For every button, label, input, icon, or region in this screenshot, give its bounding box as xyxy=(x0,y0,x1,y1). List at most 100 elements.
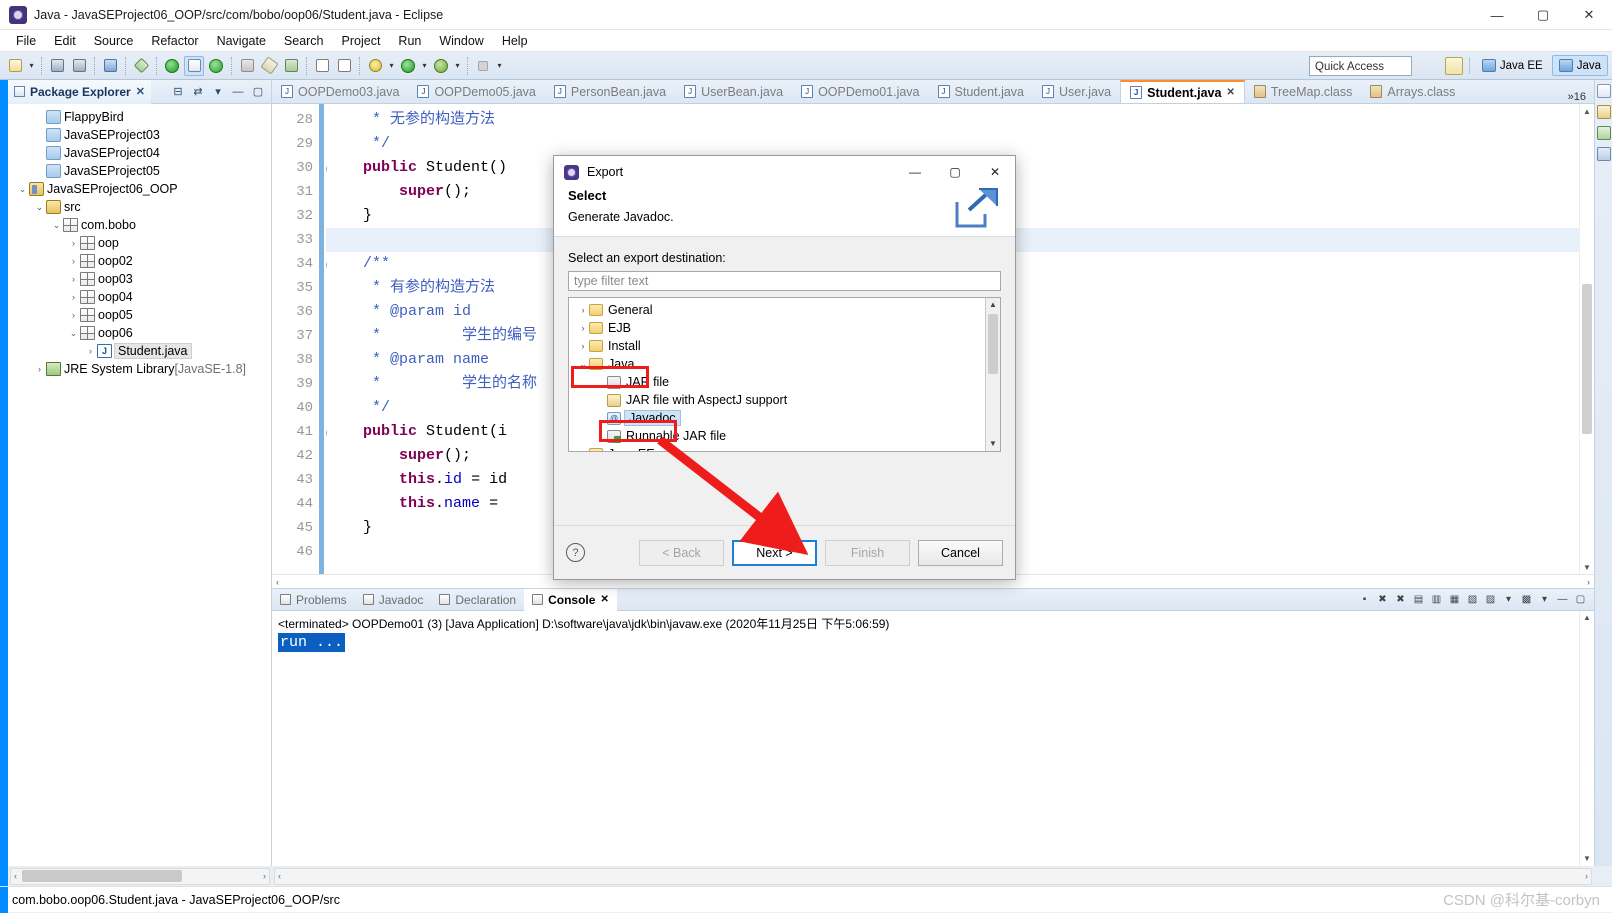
cancel-button[interactable]: Cancel xyxy=(918,540,1003,566)
menu-item-project[interactable]: Project xyxy=(333,32,390,50)
explorer-scrollbar-thumb[interactable] xyxy=(22,870,182,882)
scroll-up-icon[interactable]: ▲ xyxy=(1580,104,1594,118)
menu-item-help[interactable]: Help xyxy=(493,32,537,50)
maximize-button[interactable]: ▢ xyxy=(1520,0,1566,30)
stop-icon[interactable] xyxy=(473,56,493,76)
export-destination-tree[interactable]: ›General›EJB›Install⌄JavaJAR fileJAR fil… xyxy=(569,298,985,451)
export-tree-item-jar-file-with-aspectj-support[interactable]: JAR file with AspectJ support xyxy=(569,391,985,409)
stop-dropdown-icon[interactable]: ▾ xyxy=(494,56,505,76)
search-icon[interactable] xyxy=(237,56,257,76)
tree-twisty-icon[interactable]: › xyxy=(33,364,46,374)
export-tree-twisty-icon[interactable]: › xyxy=(577,341,589,351)
editor-tab-arrays-class[interactable]: Arrays.class xyxy=(1361,80,1464,103)
coverage-dropdown-icon[interactable]: ▾ xyxy=(452,56,463,76)
export-tree-item-ejb[interactable]: ›EJB xyxy=(569,319,985,337)
external-tools-icon[interactable] xyxy=(281,56,301,76)
editor-tab-bar[interactable]: JOOPDemo03.javaJOOPDemo05.javaJPersonBea… xyxy=(272,80,1594,104)
tree-item-oop06[interactable]: ⌄oop06 xyxy=(8,324,271,342)
debug-icon[interactable] xyxy=(365,56,385,76)
scroll-lock-icon[interactable]: ▥ xyxy=(1430,593,1443,606)
package-explorer-tab[interactable]: Package Explorer ✕ xyxy=(8,80,151,104)
console-scroll-right-icon[interactable]: › xyxy=(1585,871,1588,881)
editor-tab-oopdemo03-java[interactable]: JOOPDemo03.java xyxy=(272,80,408,103)
export-tree-item-general[interactable]: ›General xyxy=(569,301,985,319)
tree-twisty-icon[interactable]: ⌄ xyxy=(50,220,63,231)
dialog-minimize-button[interactable]: — xyxy=(895,156,935,188)
maximize-console-icon[interactable]: ▢ xyxy=(1574,593,1587,606)
menu-item-search[interactable]: Search xyxy=(275,32,333,50)
new-dropdown-icon[interactable]: ▾ xyxy=(26,56,37,76)
console-tab-javadoc[interactable]: Javadoc xyxy=(355,589,432,611)
editor-tab-oopdemo05-java[interactable]: JOOPDemo05.java xyxy=(408,80,544,103)
filter-input[interactable]: type filter text xyxy=(568,271,1001,291)
new-icon[interactable] xyxy=(5,56,25,76)
minimize-view-icon[interactable]: — xyxy=(231,85,245,99)
export-tree-twisty-icon[interactable]: › xyxy=(577,323,589,333)
previous-annotation-icon[interactable] xyxy=(334,56,354,76)
maximize-view-icon[interactable]: ▢ xyxy=(251,85,265,99)
tree-item-oop[interactable]: ›oop xyxy=(8,234,271,252)
menu-item-edit[interactable]: Edit xyxy=(45,32,85,50)
link-with-editor-icon[interactable]: ⇄ xyxy=(191,85,205,99)
scroll-left-icon[interactable]: ‹ xyxy=(276,577,279,587)
code-line[interactable]: */ xyxy=(326,132,1594,156)
tree-twisty-icon[interactable]: ⌄ xyxy=(16,184,29,195)
export-tree-twisty-icon[interactable]: ⌄ xyxy=(577,359,589,370)
tree-item-oop03[interactable]: ›oop03 xyxy=(8,270,271,288)
menu-item-run[interactable]: Run xyxy=(389,32,430,50)
export-tree-item-install[interactable]: ›Install xyxy=(569,337,985,355)
close-button[interactable]: ✕ xyxy=(1566,0,1612,30)
tree-twisty-icon[interactable]: › xyxy=(84,346,97,356)
dialog-tree-scrollbar[interactable]: ▲ ▼ xyxy=(985,298,1000,451)
remove-all-launches-icon[interactable]: ✖ xyxy=(1394,593,1407,606)
display-selected-console-icon[interactable]: ▨ xyxy=(1484,593,1497,606)
collapse-all-icon[interactable]: ⊟ xyxy=(171,85,185,99)
scrollbar-thumb[interactable] xyxy=(1582,284,1592,434)
next-button[interactable]: Next > xyxy=(732,540,817,566)
explorer-scroll-left-icon[interactable]: ‹ xyxy=(14,871,17,881)
export-tree-item-javadoc[interactable]: @Javadoc xyxy=(569,409,985,427)
tree-item-student-java[interactable]: ›JStudent.java xyxy=(8,342,271,360)
editor-tab-user-java[interactable]: JUser.java xyxy=(1033,80,1120,103)
editor-tab-treemap-class[interactable]: TreeMap.class xyxy=(1245,80,1362,103)
export-tree-item-java[interactable]: ⌄Java xyxy=(569,355,985,373)
console-tab-close-icon[interactable]: ✕ xyxy=(600,594,608,605)
tree-twisty-icon[interactable]: › xyxy=(67,238,80,248)
export-tree-item-java-ee[interactable]: ›Java EE xyxy=(569,445,985,451)
new-java-class-icon[interactable] xyxy=(184,56,204,76)
tree-twisty-icon[interactable]: › xyxy=(67,310,80,320)
export-tree-twisty-icon[interactable]: › xyxy=(577,305,589,315)
menu-item-window[interactable]: Window xyxy=(430,32,492,50)
clean-icon[interactable] xyxy=(259,56,279,76)
tree-item-flappybird[interactable]: FlappyBird xyxy=(8,108,271,126)
next-annotation-icon[interactable] xyxy=(312,56,332,76)
terminate-icon[interactable]: ▪ xyxy=(1358,593,1371,606)
export-dialog[interactable]: Export — ▢ ✕ Select Generate Javadoc. Se… xyxy=(553,155,1016,580)
console-tab-bar[interactable]: ProblemsJavadocDeclarationConsole✕ ▪ ✖ ✖… xyxy=(272,589,1594,611)
minimize-console-icon[interactable]: — xyxy=(1556,593,1569,606)
debug-dropdown-icon[interactable]: ▾ xyxy=(386,56,397,76)
save-all-icon[interactable] xyxy=(69,56,89,76)
tree-twisty-icon[interactable]: › xyxy=(67,256,80,266)
editor-tab-student-java[interactable]: JStudent.java xyxy=(929,80,1034,103)
export-tree-item-jar-file[interactable]: JAR file xyxy=(569,373,985,391)
pin-console-icon[interactable]: ▧ xyxy=(1466,593,1479,606)
tree-twisty-icon[interactable]: ⌄ xyxy=(67,328,80,339)
minimize-button[interactable]: — xyxy=(1474,0,1520,30)
editor-tab-personbean-java[interactable]: JPersonBean.java xyxy=(545,80,675,103)
tree-item-com-bobo[interactable]: ⌄com.bobo xyxy=(8,216,271,234)
perspective-java[interactable]: Java xyxy=(1552,55,1608,76)
new-package-icon[interactable] xyxy=(206,56,226,76)
console-scroll-down-icon[interactable]: ▼ xyxy=(1580,852,1594,866)
scroll-right-icon[interactable]: › xyxy=(1587,577,1590,587)
tree-item-javaseproject04[interactable]: JavaSEProject04 xyxy=(8,144,271,162)
console-scroll-left-icon[interactable]: ‹ xyxy=(278,871,281,881)
console-horizontal-scrollbar[interactable]: ‹ › xyxy=(274,868,1592,885)
help-icon[interactable]: ? xyxy=(566,543,585,562)
console-scroll-up-icon[interactable]: ▲ xyxy=(1580,611,1594,625)
tree-item-oop04[interactable]: ›oop04 xyxy=(8,288,271,306)
project-tree[interactable]: FlappyBirdJavaSEProject03JavaSEProject04… xyxy=(8,104,271,866)
tree-twisty-icon[interactable]: › xyxy=(67,292,80,302)
export-tree-item-runnable-jar-file[interactable]: Runnable JAR file xyxy=(569,427,985,445)
code-line[interactable]: * 无参的构造方法 xyxy=(326,108,1594,132)
